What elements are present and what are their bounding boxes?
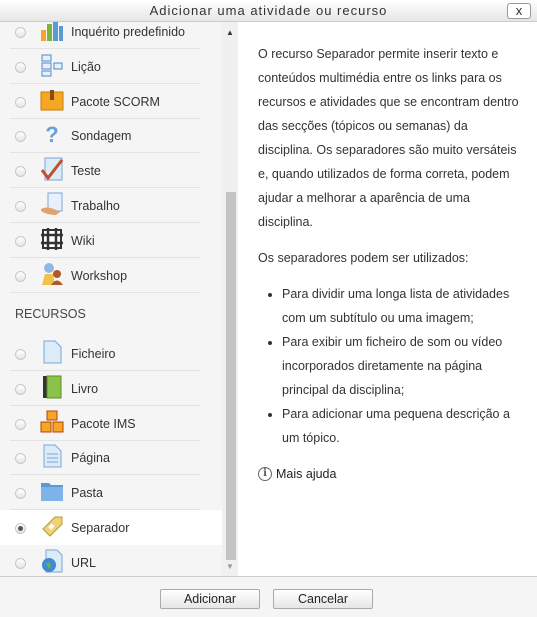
module-option-workshop[interactable]: Workshop <box>0 258 222 293</box>
module-option-separador[interactable]: Separador <box>0 510 222 545</box>
radio-button[interactable] <box>15 27 26 38</box>
module-option-wiki[interactable]: Wiki <box>0 223 222 258</box>
radio-button[interactable] <box>15 418 26 430</box>
help-link[interactable]: i Mais ajuda <box>258 462 519 486</box>
question-icon: ? <box>45 122 58 146</box>
radio-button[interactable] <box>15 270 26 282</box>
scrollbar-thumb[interactable] <box>226 192 236 560</box>
list-item: Para adicionar uma pequena descrição a u… <box>282 402 519 450</box>
radio-button[interactable] <box>15 349 26 360</box>
radio-button[interactable] <box>15 523 26 534</box>
assignment-icon <box>41 192 63 215</box>
module-label: Livro <box>71 381 99 396</box>
description-paragraph: O recurso Separador permite inserir text… <box>258 47 519 229</box>
module-option-lição[interactable]: Lição <box>0 49 222 84</box>
radio-button[interactable] <box>15 383 26 395</box>
module-label: Separador <box>71 521 130 535</box>
module-option-página[interactable]: Página <box>0 440 222 476</box>
close-button[interactable]: x <box>507 3 531 19</box>
module-label: Inquérito predefinido <box>71 25 185 39</box>
module-option-trabalho[interactable]: Trabalho <box>0 188 222 223</box>
info-icon: i <box>258 467 272 481</box>
survey-chart-icon <box>41 22 63 41</box>
module-label: Lição <box>71 59 101 74</box>
module-option-inquérito-predefinido[interactable]: Inquérito predefinido <box>0 22 222 49</box>
file-icon <box>43 340 62 364</box>
module-option-sondagem[interactable]: ? Sondagem <box>0 118 222 154</box>
scorm-package-icon <box>40 89 64 111</box>
module-label: Trabalho <box>71 199 120 213</box>
module-label: Workshop <box>71 268 128 283</box>
lesson-icon <box>41 54 63 77</box>
description-panel: O recurso Separador permite inserir text… <box>240 22 537 576</box>
module-label: Sondagem <box>71 129 132 144</box>
folder-icon <box>41 483 63 502</box>
radio-button[interactable] <box>15 201 26 212</box>
module-option-livro[interactable]: Livro <box>0 371 222 406</box>
help-link-label: Mais ajuda <box>276 467 337 481</box>
module-option-ficheiro[interactable]: Ficheiro <box>0 336 222 371</box>
radio-button[interactable] <box>15 166 26 178</box>
module-option-pasta[interactable]: Pasta <box>0 475 222 511</box>
radio-button[interactable] <box>15 61 26 73</box>
add-button[interactable]: Adicionar <box>160 589 260 609</box>
radio-button[interactable] <box>15 453 26 465</box>
module-label: Ficheiro <box>71 347 116 361</box>
svg-text:?: ? <box>45 122 58 146</box>
dialog-footer: Adicionar Cancelar <box>0 576 537 617</box>
dialog-title: Adicionar uma atividade ou recurso <box>149 3 388 18</box>
book-icon <box>43 375 62 399</box>
module-option-pacote-scorm[interactable]: Pacote SCORM <box>0 84 222 119</box>
close-icon: x <box>515 3 523 18</box>
module-list: RECURSOS Inquérito predefinido Lição Pacot… <box>0 22 222 576</box>
quiz-icon <box>40 157 64 181</box>
list-item: Para dividir uma longa lista de atividad… <box>282 282 519 330</box>
dialog-title-bar: Adicionar uma atividade ou recurso x <box>0 0 537 22</box>
list-item: Para exibir um ficheiro de som ou vídeo … <box>282 330 519 402</box>
page-icon <box>43 444 62 468</box>
scroll-up-arrow[interactable]: ▲ <box>226 28 234 37</box>
module-label: Pasta <box>71 486 103 501</box>
workshop-icon <box>42 262 63 285</box>
module-label: Pacote IMS <box>71 416 136 431</box>
module-label: Wiki <box>71 233 95 248</box>
module-option-url[interactable]: URL <box>0 545 222 576</box>
url-icon <box>42 549 63 573</box>
radio-button[interactable] <box>15 557 26 569</box>
radio-button[interactable] <box>15 96 26 108</box>
scrollbar[interactable]: ▲ ▼ <box>222 22 238 576</box>
module-option-pacote-ims[interactable]: Pacote IMS <box>0 406 222 441</box>
label-tag-icon <box>42 516 63 537</box>
wiki-icon <box>41 227 63 250</box>
radio-button[interactable] <box>15 131 26 143</box>
radio-button[interactable] <box>15 488 26 500</box>
module-option-teste[interactable]: Teste <box>0 153 222 189</box>
radio-button[interactable] <box>15 235 26 247</box>
cancel-button[interactable]: Cancelar <box>273 589 373 609</box>
ims-package-icon <box>40 410 64 433</box>
module-label: Pacote SCORM <box>71 94 160 109</box>
module-label: Teste <box>71 164 101 179</box>
usage-list: Para dividir uma longa lista de atividad… <box>282 282 519 450</box>
module-label: Página <box>71 451 110 466</box>
description-paragraph: Os separadores podem ser utilizados: <box>258 251 469 265</box>
scroll-down-arrow[interactable]: ▼ <box>226 562 234 571</box>
module-label: URL <box>71 555 97 570</box>
divider <box>10 291 200 293</box>
resources-heading: RECURSOS <box>15 307 86 321</box>
